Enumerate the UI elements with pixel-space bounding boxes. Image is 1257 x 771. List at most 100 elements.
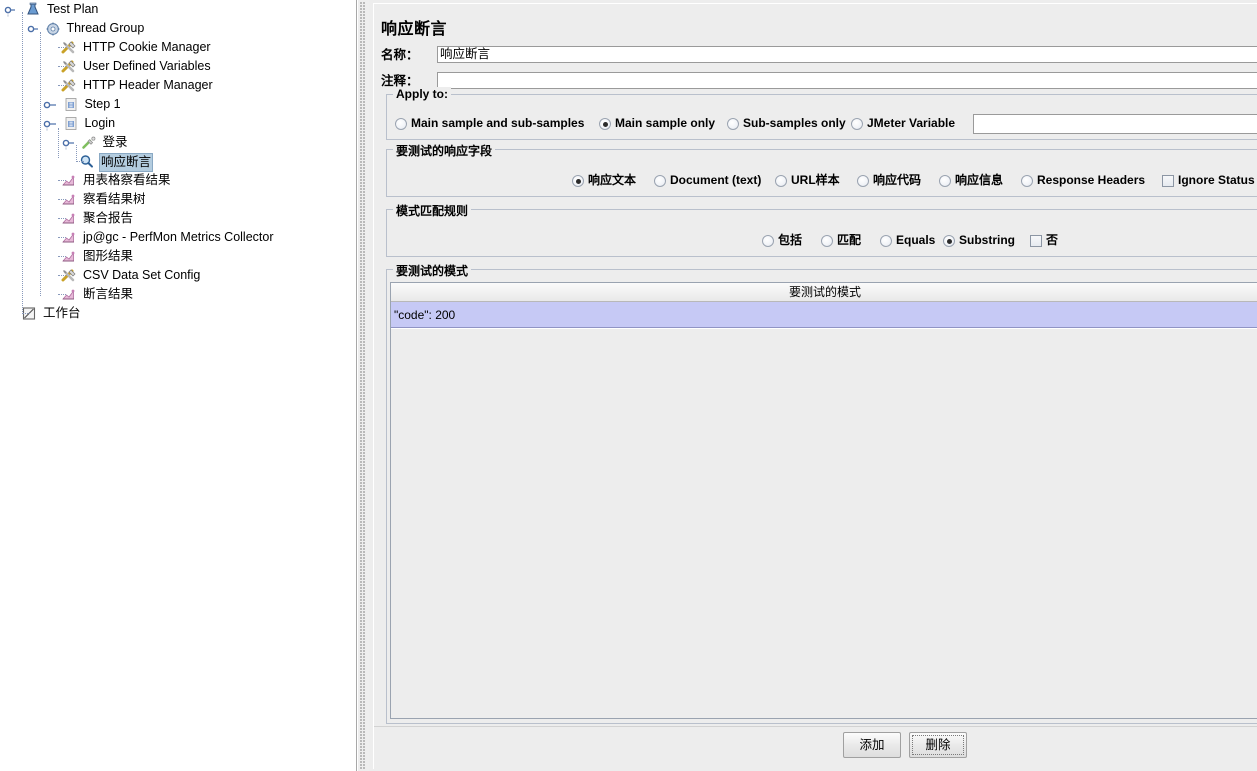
patterns-group: 要测试的模式 要测试的模式 "code": 200 (386, 262, 1257, 724)
controller-icon (63, 95, 79, 114)
radio-equals[interactable]: Equals (880, 231, 935, 249)
patterns-title: 要测试的模式 (393, 262, 472, 279)
comment-input[interactable] (437, 72, 1257, 89)
tree-item-graph-results[interactable]: 图形结果 (0, 247, 135, 266)
delete-button[interactable]: 删除 (909, 732, 967, 758)
radio-contains[interactable]: 包括 (762, 231, 802, 249)
tree-item-label: HTTP Cookie Manager (82, 40, 211, 54)
radio-response-headers[interactable]: Response Headers (1021, 171, 1145, 189)
tree-item-http-header-manager[interactable]: HTTP Header Manager (0, 76, 215, 95)
tree-connector-line (58, 47, 66, 49)
radio-matches[interactable]: 匹配 (821, 231, 861, 249)
radio-icon[interactable] (395, 118, 407, 130)
focus-ring (912, 735, 964, 755)
tree-item-aggregate-report[interactable]: 聚合报告 (0, 209, 135, 228)
tree-item-label: Thread Group (66, 21, 145, 35)
checkbox-label: 否 (1046, 233, 1059, 247)
name-row: 名称： (381, 46, 1257, 65)
tree-item-label: Step 1 (84, 97, 121, 111)
radio-label: 包括 (778, 233, 803, 247)
radio-response-text[interactable]: 响应文本 (572, 171, 636, 189)
radio-label: 响应信息 (955, 173, 1004, 187)
radio-label: Main sample only (615, 116, 716, 130)
tree-connector-line (58, 199, 66, 201)
radio-response-message[interactable]: 响应信息 (939, 171, 1003, 189)
table-row[interactable]: "code": 200 (391, 302, 1257, 328)
patterns-table[interactable]: 要测试的模式 "code": 200 (390, 282, 1257, 719)
radio-icon[interactable] (654, 175, 666, 187)
tree-item-label: jp@gc - PerfMon Metrics Collector (82, 230, 274, 244)
radio-icon[interactable] (939, 175, 951, 187)
jmeter-window: Test Plan Thread Group HTTP Cookie Manag… (0, 0, 1257, 771)
tree-item-csv-data-set-config[interactable]: CSV Data Set Config (0, 266, 202, 285)
radio-substring[interactable]: Substring (943, 231, 1015, 249)
radio-document-text[interactable]: Document (text) (654, 171, 761, 189)
radio-url-sample[interactable]: URL样本 (775, 171, 840, 189)
tree-item-label: HTTP Header Manager (82, 78, 213, 92)
radio-icon[interactable] (851, 118, 863, 130)
patterns-empty-area[interactable] (391, 329, 1257, 718)
radio-response-code[interactable]: 响应代码 (857, 171, 921, 189)
tree-item-http-cookie-manager[interactable]: HTTP Cookie Manager (0, 38, 213, 57)
radio-icon[interactable] (880, 235, 892, 247)
radio-icon-selected[interactable] (943, 235, 955, 247)
tree-connector-line (58, 128, 60, 158)
checkbox-icon[interactable] (1162, 175, 1174, 187)
tree-item-view-results-in-table[interactable]: 用表格察看结果 (0, 171, 172, 190)
add-button[interactable]: 添加 (843, 732, 901, 758)
name-label: 名称： (381, 48, 419, 62)
radio-label: 匹配 (837, 233, 862, 247)
tree-expand-handle-icon[interactable] (2, 0, 18, 19)
tree-item-test-plan[interactable]: Test Plan (0, 0, 100, 19)
tree-item-label: CSV Data Set Config (82, 268, 201, 282)
tree-item-denglu-sampler[interactable]: 登录 (0, 133, 129, 152)
radio-icon[interactable] (762, 235, 774, 247)
radio-icon[interactable] (857, 175, 869, 187)
radio-label: 响应文本 (588, 173, 637, 187)
tree-item-workbench[interactable]: 工作台 (0, 304, 82, 323)
radio-jmeter-variable[interactable]: JMeter Variable (851, 114, 955, 132)
radio-label: Document (text) (670, 173, 762, 187)
radio-icon[interactable] (821, 235, 833, 247)
tree-item-user-defined-variables[interactable]: User Defined Variables (0, 57, 213, 76)
radio-label: Response Headers (1037, 173, 1146, 187)
radio-icon-selected[interactable] (599, 118, 611, 130)
radio-main-sample-and-subsamples[interactable]: Main sample and sub-samples (395, 114, 584, 132)
radio-icon-selected[interactable] (572, 175, 584, 187)
tree-item-assertion-results[interactable]: 断言结果 (0, 285, 135, 304)
radio-label: JMeter Variable (867, 116, 956, 130)
tree-item-label: 用表格察看结果 (82, 173, 171, 187)
test-plan-tree[interactable]: Test Plan Thread Group HTTP Cookie Manag… (0, 0, 357, 771)
checkbox-icon[interactable] (1030, 235, 1042, 247)
checkbox-not[interactable]: 否 (1030, 231, 1058, 249)
apply-to-group: Apply to: Main sample and sub-samples Ma… (386, 87, 1257, 140)
checkbox-ignore-status[interactable]: Ignore Status (1162, 171, 1255, 189)
tree-connector-line (40, 32, 42, 296)
radio-icon[interactable] (1021, 175, 1033, 187)
name-input[interactable] (437, 46, 1257, 63)
radio-icon[interactable] (775, 175, 787, 187)
radio-icon[interactable] (727, 118, 739, 130)
radio-sub-samples-only[interactable]: Sub-samples only (727, 114, 846, 132)
tree-item-step-1[interactable]: Step 1 (0, 95, 123, 114)
response-field-group: 要测试的响应字段 响应文本 Document (text) URL样本 响应代码… (386, 142, 1257, 197)
radio-main-sample-only[interactable]: Main sample only (599, 114, 715, 132)
tree-connector-line (58, 275, 66, 277)
sampler-icon (81, 133, 97, 152)
patterns-column-header[interactable]: 要测试的模式 (391, 283, 1257, 302)
tree-connector-line (58, 294, 66, 296)
tree-collapse-handle-icon[interactable] (43, 95, 59, 114)
jmeter-variable-input[interactable] (973, 114, 1257, 134)
